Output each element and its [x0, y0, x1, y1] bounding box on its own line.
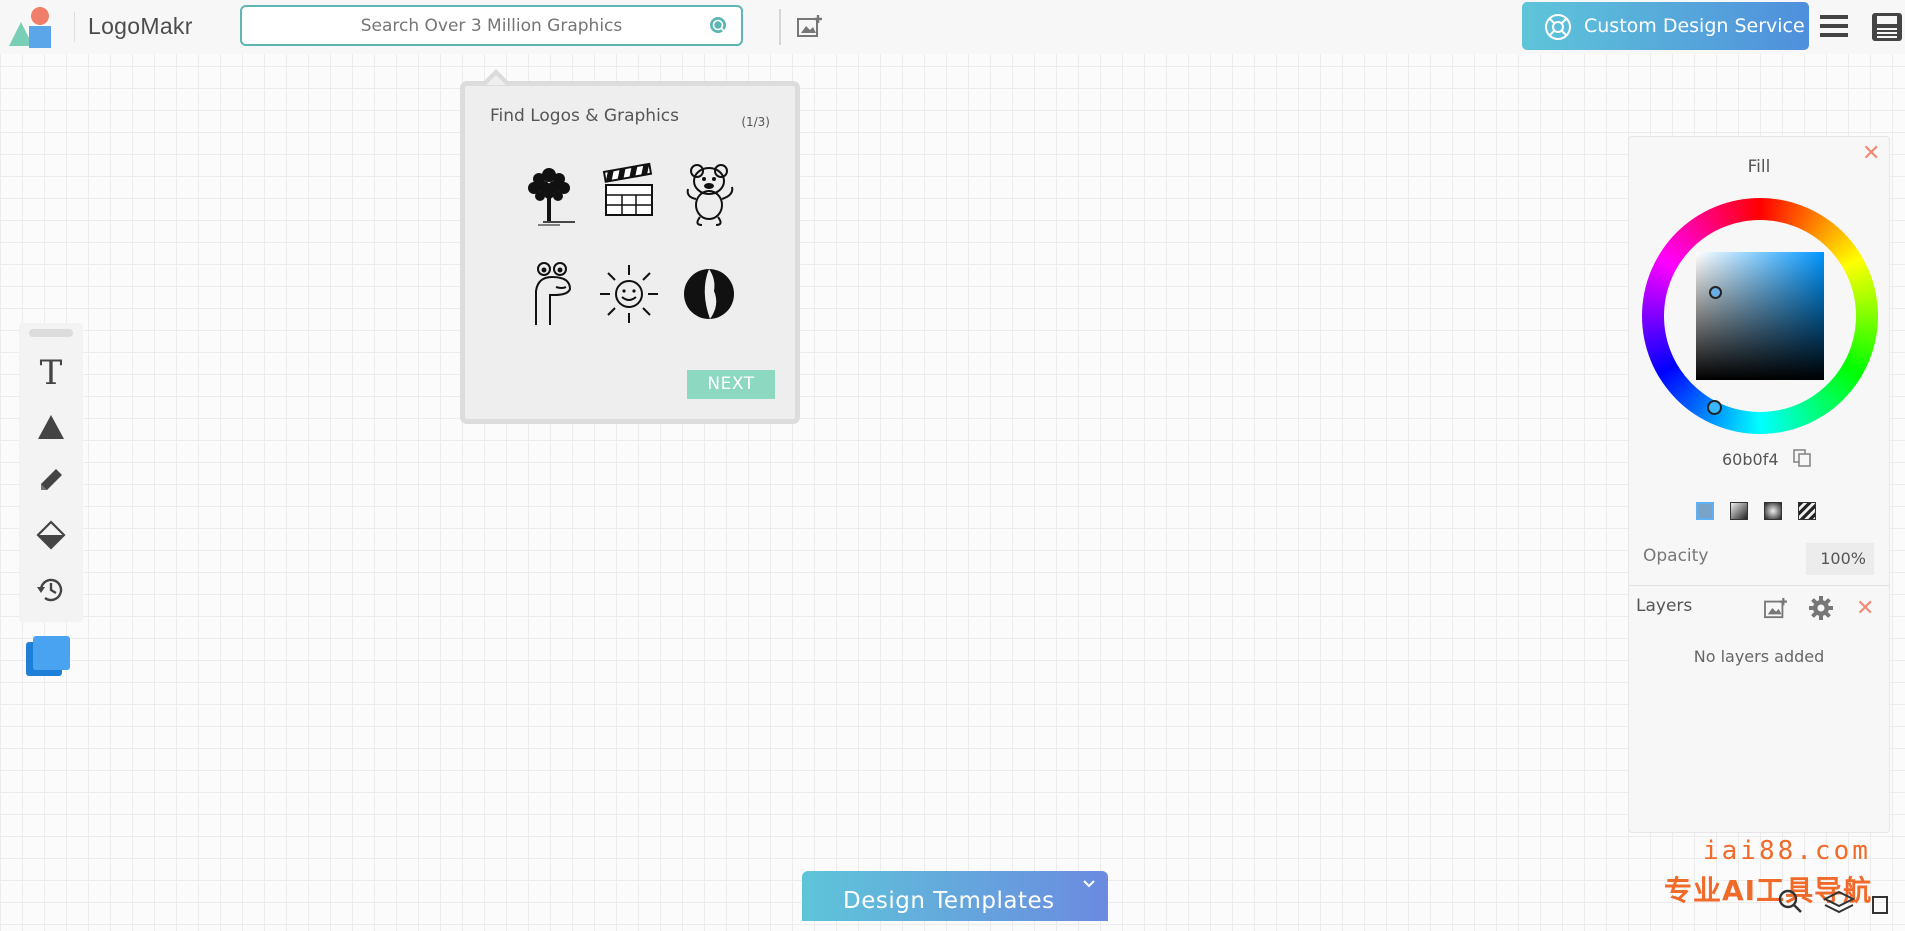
- close-layers-panel-icon[interactable]: ✕: [1856, 596, 1874, 621]
- left-toolbar: T: [19, 323, 83, 622]
- layers-divider: [1629, 585, 1889, 586]
- clapperboard-graphic-icon[interactable]: [600, 161, 658, 227]
- fill-bucket-tool-icon[interactable]: [29, 513, 73, 557]
- zoom-icon: [1778, 889, 1798, 909]
- opacity-input[interactable]: 100%: [1806, 543, 1874, 575]
- corner-tool-icons: [1778, 889, 1888, 914]
- pencil-tool-icon[interactable]: [29, 458, 73, 502]
- top-bar: LogoMakr Custom Design Service: [0, 0, 1905, 54]
- copy-icon[interactable]: [1793, 449, 1811, 467]
- radial-gradient-fill-icon[interactable]: [1764, 502, 1782, 520]
- design-templates-button[interactable]: Design Templates: [802, 871, 1108, 921]
- next-button[interactable]: NEXT: [687, 370, 775, 399]
- opacity-label: Opacity: [1643, 546, 1709, 566]
- layers-empty-message: No layers added: [1693, 647, 1825, 666]
- chevron-down-icon: [1083, 880, 1095, 888]
- text-tool-icon[interactable]: T: [29, 351, 73, 395]
- fill-panel-title: Fill: [1747, 157, 1771, 177]
- dark-circle-graphic-icon[interactable]: [680, 261, 738, 327]
- pattern-fill-icon[interactable]: [1798, 502, 1816, 520]
- search-icon[interactable]: [709, 16, 729, 36]
- design-templates-label: Design Templates: [843, 888, 1055, 914]
- logomakr-logo-icon[interactable]: [7, 4, 63, 50]
- search-input[interactable]: [242, 7, 741, 44]
- toolbar-divider: [779, 9, 781, 45]
- find-graphics-popover: Find Logos & Graphics (1/3) NEXT: [460, 69, 800, 424]
- hex-color-value[interactable]: 60b0f4: [1722, 450, 1779, 469]
- save-disk-icon[interactable]: [1871, 12, 1903, 42]
- popover-title: Find Logos & Graphics: [490, 106, 679, 126]
- upload-image-icon[interactable]: [797, 14, 823, 38]
- history-tool-icon[interactable]: [29, 568, 73, 612]
- saturation-value-picker[interactable]: [1696, 252, 1824, 380]
- gear-icon[interactable]: [1809, 596, 1833, 620]
- hamburger-menu-icon[interactable]: [1820, 14, 1848, 38]
- layers-title: Layers: [1636, 596, 1693, 616]
- linear-gradient-fill-icon[interactable]: [1730, 502, 1748, 520]
- brand-divider: [74, 12, 75, 42]
- frame-icon: [1872, 896, 1888, 914]
- custom-design-label: Custom Design Service: [1584, 15, 1805, 37]
- brand-name[interactable]: LogoMakr: [88, 13, 193, 40]
- add-layer-image-icon[interactable]: [1764, 597, 1788, 619]
- current-color-swatch-icon[interactable]: [25, 635, 71, 677]
- popover-arrow-inner: [486, 75, 506, 85]
- tree-graphic-icon[interactable]: [520, 161, 578, 227]
- toolbar-drag-handle[interactable]: [29, 329, 73, 337]
- popover-step-counter: (1/3): [741, 115, 770, 129]
- saturation-value-handle[interactable]: [1709, 286, 1722, 299]
- close-fill-panel-icon[interactable]: ✕: [1862, 141, 1880, 166]
- fill-and-layers-panel: Fill ✕ 60b0f4 Opacity 100% Layers ✕ No l…: [1628, 136, 1890, 833]
- cartoon-creature-graphic-icon[interactable]: [520, 261, 578, 327]
- lifebuoy-icon: [1545, 14, 1571, 40]
- shape-tool-icon[interactable]: [29, 405, 73, 449]
- search-box[interactable]: [240, 5, 743, 46]
- smiling-sun-graphic-icon[interactable]: [600, 261, 658, 327]
- teddy-bear-graphic-icon[interactable]: [680, 161, 738, 227]
- layers-stack-icon: [1822, 890, 1856, 908]
- watermark-url: iai88.com: [1703, 836, 1871, 866]
- custom-design-service-button[interactable]: Custom Design Service: [1522, 2, 1809, 50]
- hue-handle[interactable]: [1707, 400, 1722, 415]
- solid-fill-icon[interactable]: [1696, 502, 1714, 520]
